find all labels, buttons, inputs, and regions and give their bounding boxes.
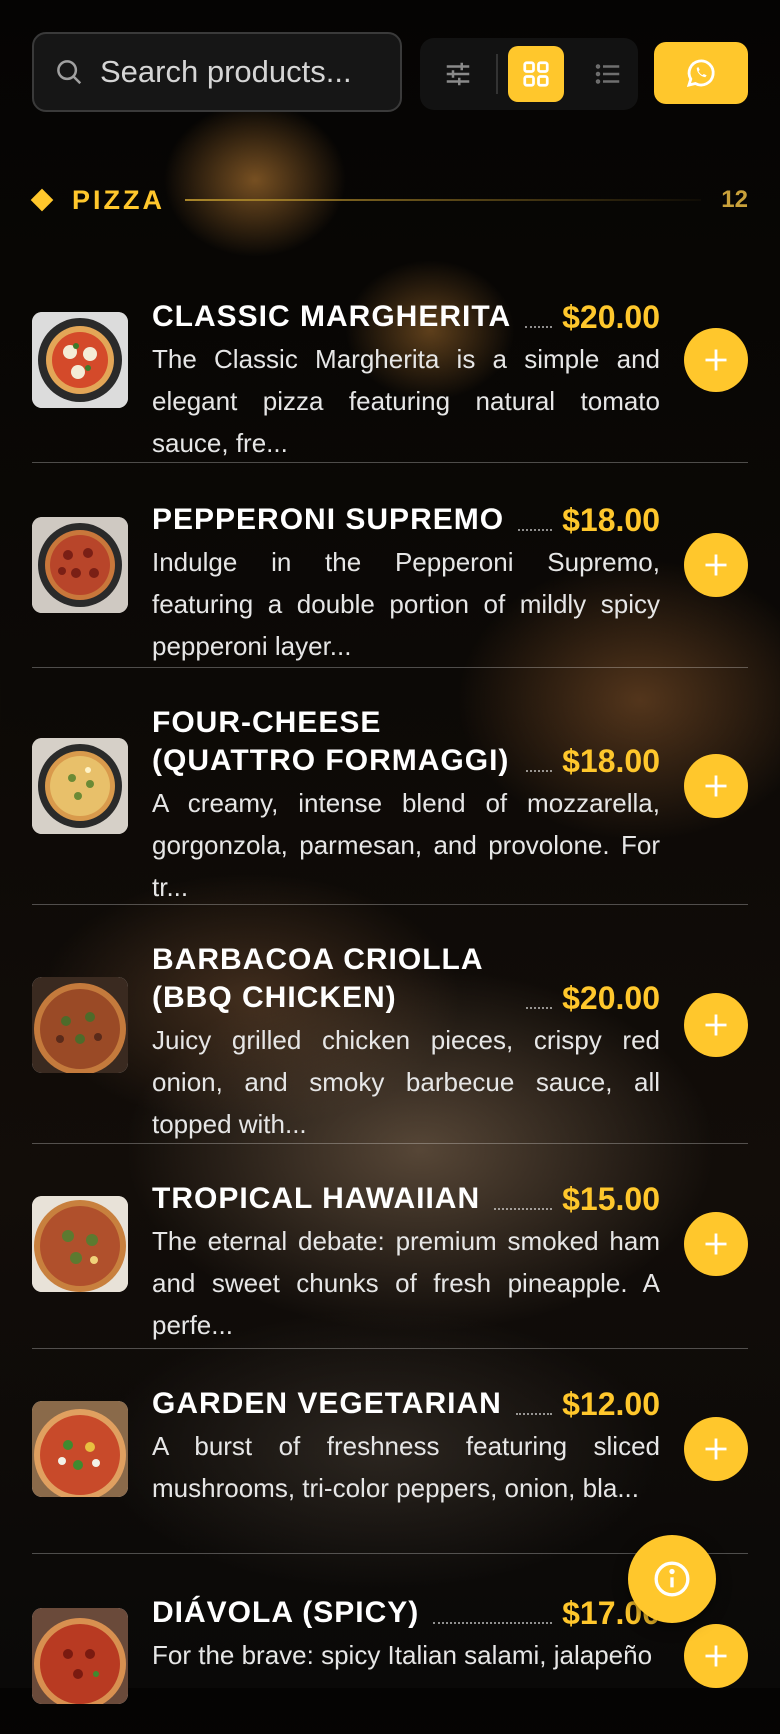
product-image: [32, 1401, 128, 1497]
add-to-cart-button[interactable]: [684, 1417, 748, 1481]
product-info: CLASSIC MARGHERITA $20.00 The Classic Ma…: [152, 298, 660, 464]
dotted-leader: [433, 1622, 553, 1624]
info-button[interactable]: [628, 1535, 716, 1623]
product-description: Juicy grilled chicken pieces, crispy red…: [152, 1025, 660, 1139]
product-name: TROPICAL HAWAIIAN: [152, 1182, 481, 1215]
product-name: DIÁVOLA (SPICY): [152, 1596, 420, 1629]
product-price: $15.00: [562, 1181, 660, 1217]
top-bar: [32, 32, 748, 116]
dotted-leader: [515, 1413, 553, 1415]
product-title-row: DIÁVOLA (SPICY) $17.00: [152, 1594, 660, 1632]
add-to-cart-button[interactable]: [684, 328, 748, 392]
info-icon: [654, 1561, 690, 1597]
product-name: GARDEN VEGETARIAN: [152, 1387, 502, 1420]
category-title: PIZZA: [72, 184, 165, 215]
whatsapp-button[interactable]: [654, 42, 748, 104]
product-name: FOUR-CHEESE (QUATTRO FORMAGGI): [152, 706, 510, 777]
product-image: [32, 738, 128, 834]
product-title-row: CLASSIC MARGHERITA $20.00: [152, 298, 660, 336]
product-name: PEPPERONI SUPREMO: [152, 503, 505, 536]
search-icon: [57, 60, 82, 85]
whatsapp-icon: [686, 59, 715, 88]
list-view-icon: [595, 64, 620, 84]
product-info: BARBACOA CRIOLLA (BBQ CHICKEN) $20.00 Ju…: [152, 941, 660, 1145]
plus-icon: [705, 349, 727, 371]
diamond-icon: [30, 188, 54, 212]
product-image: [32, 517, 128, 613]
product-name: CLASSIC MARGHERITA: [152, 300, 512, 333]
category-count: 12: [721, 186, 748, 213]
product-item[interactable]: GARDEN VEGETARIAN $12.00 A burst of fres…: [32, 1349, 748, 1554]
product-item[interactable]: BARBACOA CRIOLLA (BBQ CHICKEN) $20.00 Ju…: [32, 905, 748, 1144]
product-item[interactable]: CLASSIC MARGHERITA $20.00 The Classic Ma…: [32, 260, 748, 463]
toolbar-divider: [496, 54, 498, 94]
plus-icon: [705, 1438, 727, 1460]
grid-view-button[interactable]: [508, 46, 564, 102]
product-info: FOUR-CHEESE (QUATTRO FORMAGGI) $18.00 A …: [152, 704, 660, 908]
product-description: The Classic Margherita is a simple and e…: [152, 344, 660, 458]
add-to-cart-button[interactable]: [684, 754, 748, 818]
product-price: $20.00: [562, 980, 660, 1016]
product-title-row: PEPPERONI SUPREMO $18.00: [152, 501, 660, 539]
add-to-cart-button[interactable]: [684, 1212, 748, 1276]
search-box[interactable]: [32, 32, 402, 112]
product-name: BARBACOA CRIOLLA (BBQ CHICKEN): [152, 943, 483, 1014]
product-title-row: GARDEN VEGETARIAN $12.00: [152, 1385, 660, 1423]
list-view-button[interactable]: [580, 46, 636, 102]
search-input[interactable]: [98, 53, 392, 91]
product-info: DIÁVOLA (SPICY) $17.00 For the brave: sp…: [152, 1594, 660, 1676]
grid-view-icon: [523, 61, 549, 87]
filter-button[interactable]: [430, 46, 486, 102]
product-title-row: TROPICAL HAWAIIAN $15.00: [152, 1180, 660, 1218]
dotted-leader: [526, 1007, 553, 1009]
sliders-icon: [446, 62, 470, 86]
product-description: A creamy, intense blend of mozzarella, g…: [152, 788, 660, 902]
add-to-cart-button[interactable]: [684, 1624, 748, 1688]
product-description: Indulge in the Pepperoni Supremo, featur…: [152, 547, 660, 661]
dotted-leader: [526, 770, 553, 772]
product-image: [32, 1608, 128, 1704]
product-item[interactable]: FOUR-CHEESE (QUATTRO FORMAGGI) $18.00 A …: [32, 668, 748, 905]
product-description: For the brave: spicy Italian salami, jal…: [152, 1640, 653, 1670]
plus-icon: [705, 1233, 727, 1255]
product-price: $18.00: [562, 743, 660, 779]
product-title-row: BARBACOA CRIOLLA (BBQ CHICKEN) $20.00: [152, 941, 660, 1017]
plus-icon: [705, 554, 727, 576]
dotted-leader: [494, 1208, 553, 1210]
category-header: PIZZA 12: [30, 182, 748, 218]
product-title-row: FOUR-CHEESE (QUATTRO FORMAGGI) $18.00: [152, 704, 660, 780]
dotted-leader: [518, 529, 553, 531]
view-toggle-group: [420, 38, 638, 110]
product-image: [32, 1196, 128, 1292]
product-list: CLASSIC MARGHERITA $20.00 The Classic Ma…: [32, 260, 748, 1734]
product-image: [32, 977, 128, 1073]
product-description: A burst of freshness featuring sliced mu…: [152, 1431, 660, 1503]
plus-icon: [705, 775, 727, 797]
plus-icon: [705, 1645, 727, 1667]
product-price: $18.00: [562, 502, 660, 538]
add-to-cart-button[interactable]: [684, 533, 748, 597]
product-description: The eternal debate: premium smoked ham a…: [152, 1226, 660, 1340]
product-info: PEPPERONI SUPREMO $18.00 Indulge in the …: [152, 501, 660, 667]
product-price: $20.00: [562, 299, 660, 335]
category-divider: [185, 199, 702, 201]
dotted-leader: [525, 326, 553, 328]
product-price: $12.00: [562, 1386, 660, 1422]
plus-icon: [705, 1014, 727, 1036]
product-info: GARDEN VEGETARIAN $12.00 A burst of fres…: [152, 1385, 660, 1509]
product-info: TROPICAL HAWAIIAN $15.00 The eternal deb…: [152, 1180, 660, 1346]
add-to-cart-button[interactable]: [684, 993, 748, 1057]
product-item[interactable]: TROPICAL HAWAIIAN $15.00 The eternal deb…: [32, 1144, 748, 1349]
product-item[interactable]: PEPPERONI SUPREMO $18.00 Indulge in the …: [32, 463, 748, 668]
product-image: [32, 312, 128, 408]
